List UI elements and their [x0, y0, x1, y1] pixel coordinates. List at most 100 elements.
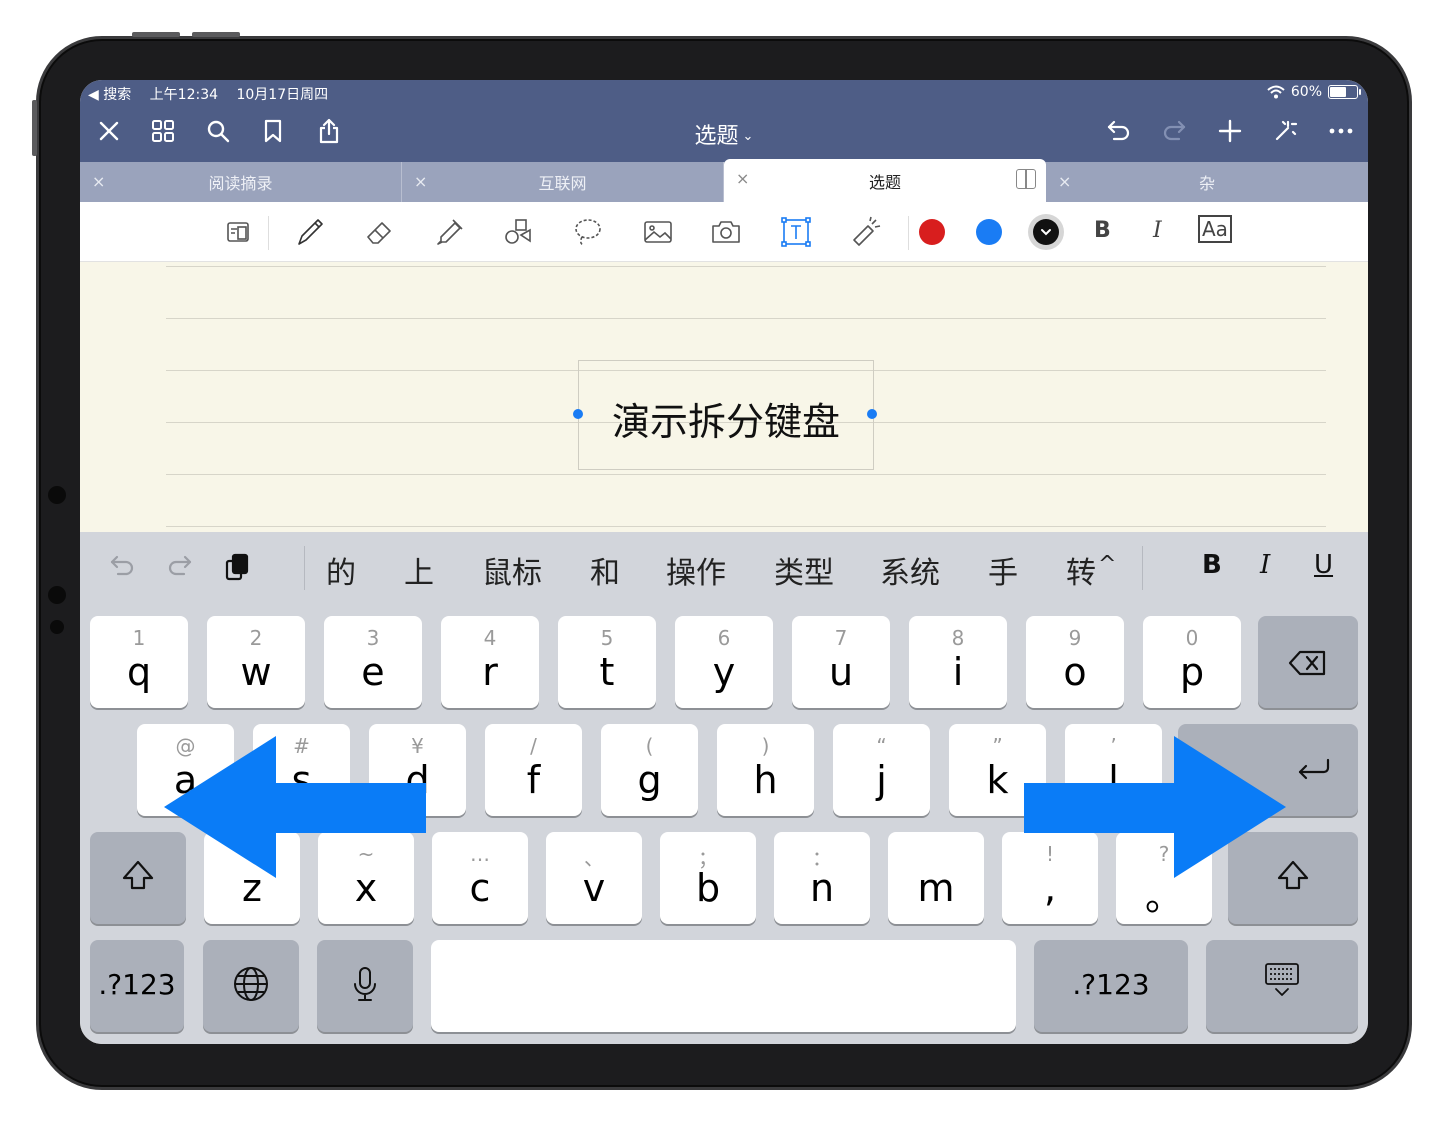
- key-9-row1[interactable]: 9o: [1026, 616, 1124, 708]
- key-hint: 8: [951, 626, 965, 650]
- expand-candidates-icon[interactable]: ^: [1098, 552, 1116, 577]
- tab-topics[interactable]: × 选题: [724, 159, 1046, 202]
- candidate-word[interactable]: 的: [326, 548, 356, 592]
- ruled-line: [166, 318, 1326, 319]
- kb-underline-button[interactable]: U: [1314, 550, 1333, 580]
- key-3-row1[interactable]: 3e: [324, 616, 422, 708]
- kb-bold-button[interactable]: B: [1202, 550, 1222, 580]
- tab-close-icon[interactable]: ×: [414, 172, 427, 191]
- key-8-row1[interactable]: 8i: [909, 616, 1007, 708]
- numbers-key-left[interactable]: .?123: [90, 940, 184, 1032]
- space-key[interactable]: [431, 940, 1016, 1032]
- shapes-icon[interactable]: [500, 214, 536, 250]
- tab-label: 选题: [868, 172, 901, 192]
- highlighter-icon[interactable]: [432, 214, 468, 250]
- redo-icon[interactable]: [1159, 116, 1189, 146]
- globe-icon: [234, 967, 268, 1001]
- top-bar: ◀ 搜索 上午12:34 10月17日周四 60% 选题 ⌄: [80, 80, 1368, 162]
- key-1-row1[interactable]: 1q: [90, 616, 188, 708]
- italic-button[interactable]: I: [1153, 218, 1162, 243]
- key-7-row3[interactable]: m: [888, 832, 984, 924]
- key-label: m: [917, 866, 955, 910]
- tab-close-icon[interactable]: ×: [1058, 172, 1071, 191]
- dismiss-keyboard-key[interactable]: [1206, 940, 1358, 1032]
- candidate-word[interactable]: 类型: [774, 548, 834, 592]
- key-4-row2[interactable]: / f: [485, 724, 582, 816]
- color-red-swatch[interactable]: [919, 219, 945, 245]
- delete-key[interactable]: [1258, 616, 1358, 708]
- color-black-swatch[interactable]: [1033, 219, 1059, 245]
- key-hint: 0: [1185, 626, 1199, 650]
- font-size-button[interactable]: Aa: [1198, 215, 1232, 243]
- microphone-key[interactable]: [317, 940, 413, 1032]
- key-7-row1[interactable]: 7u: [792, 616, 890, 708]
- undo-icon[interactable]: [108, 552, 138, 586]
- redo-icon[interactable]: [164, 552, 194, 586]
- key-label: y: [712, 650, 736, 694]
- tab-label: 阅读摘录: [208, 174, 273, 193]
- status-back-label[interactable]: ◀ 搜索: [88, 87, 131, 103]
- numbers-key-right[interactable]: .?123: [1034, 940, 1188, 1032]
- key-5-row3[interactable]: ； b: [660, 832, 756, 924]
- tab-misc[interactable]: × 杂: [1046, 162, 1368, 202]
- screen: ◀ 搜索 上午12:34 10月17日周四 60% 选题 ⌄ × 阅读摘录 × …: [80, 80, 1368, 1044]
- clipboard-icon[interactable]: [222, 552, 252, 586]
- candidate-word[interactable]: 和: [590, 548, 620, 592]
- laser-pointer-icon[interactable]: [848, 214, 884, 250]
- key-4-row3[interactable]: 、 v: [546, 832, 642, 924]
- key-label: v: [582, 866, 606, 910]
- key-6-row3[interactable]: ： n: [774, 832, 870, 924]
- key-2-row1[interactable]: 2w: [207, 616, 305, 708]
- candidate-word[interactable]: 操作: [666, 548, 726, 592]
- tab-internet[interactable]: × 互联网: [402, 162, 724, 202]
- globe-key[interactable]: [203, 940, 299, 1032]
- key-hint: 5: [600, 626, 614, 650]
- resize-handle-right[interactable]: [867, 409, 877, 419]
- magic-icon[interactable]: [1270, 116, 1300, 146]
- lasso-icon[interactable]: [570, 214, 606, 250]
- key-label: e: [361, 650, 385, 694]
- kb-italic-button[interactable]: I: [1260, 550, 1270, 580]
- pen-icon[interactable]: [292, 214, 328, 250]
- camera-icon[interactable]: [708, 214, 744, 250]
- candidate-word[interactable]: 上: [404, 548, 434, 592]
- return-icon: [1298, 758, 1330, 780]
- candidate-word[interactable]: 系统: [880, 548, 940, 592]
- key-label: b: [695, 866, 721, 910]
- key-3-row3[interactable]: … c: [432, 832, 528, 924]
- battery-icon: [1328, 85, 1361, 99]
- bold-button[interactable]: B: [1094, 218, 1111, 243]
- add-icon[interactable]: [1215, 116, 1245, 146]
- candidate-word[interactable]: 鼠标: [482, 548, 542, 592]
- tab-close-icon[interactable]: ×: [736, 169, 749, 188]
- key-label: h: [753, 758, 778, 802]
- numbers-key-label: .?123: [1072, 968, 1150, 1001]
- ruled-line: [166, 474, 1326, 475]
- candidate-word[interactable]: 转: [1066, 548, 1096, 592]
- sensor-dot: [48, 486, 66, 504]
- key-5-row1[interactable]: 5t: [558, 616, 656, 708]
- tab-close-icon[interactable]: ×: [92, 172, 105, 191]
- resize-handle-left[interactable]: [573, 409, 583, 419]
- key-7-row2[interactable]: “j: [833, 724, 930, 816]
- color-blue-swatch[interactable]: [976, 219, 1002, 245]
- key-6-row2[interactable]: ) h: [717, 724, 814, 816]
- key-label: i: [952, 650, 964, 694]
- image-icon[interactable]: [640, 214, 676, 250]
- key-5-row2[interactable]: (g: [601, 724, 698, 816]
- split-view-icon[interactable]: [1016, 169, 1036, 189]
- text-box[interactable]: 演示拆分键盘: [578, 360, 874, 470]
- tab-reading[interactable]: × 阅读摘录: [80, 162, 402, 202]
- text-tool-icon[interactable]: [778, 214, 814, 250]
- key-4-row1[interactable]: 4r: [441, 616, 539, 708]
- volume-button: [192, 32, 240, 37]
- status-date: 10月17日周四: [236, 87, 329, 103]
- key-10-row1[interactable]: 0p: [1143, 616, 1241, 708]
- undo-icon[interactable]: [1104, 116, 1134, 146]
- key-6-row1[interactable]: 6y: [675, 616, 773, 708]
- more-icon[interactable]: [1326, 116, 1356, 146]
- candidate-word[interactable]: 手: [988, 548, 1018, 592]
- text-box-content[interactable]: 演示拆分键盘: [579, 391, 873, 446]
- page-switch-icon[interactable]: [220, 214, 256, 250]
- eraser-icon[interactable]: [362, 214, 398, 250]
